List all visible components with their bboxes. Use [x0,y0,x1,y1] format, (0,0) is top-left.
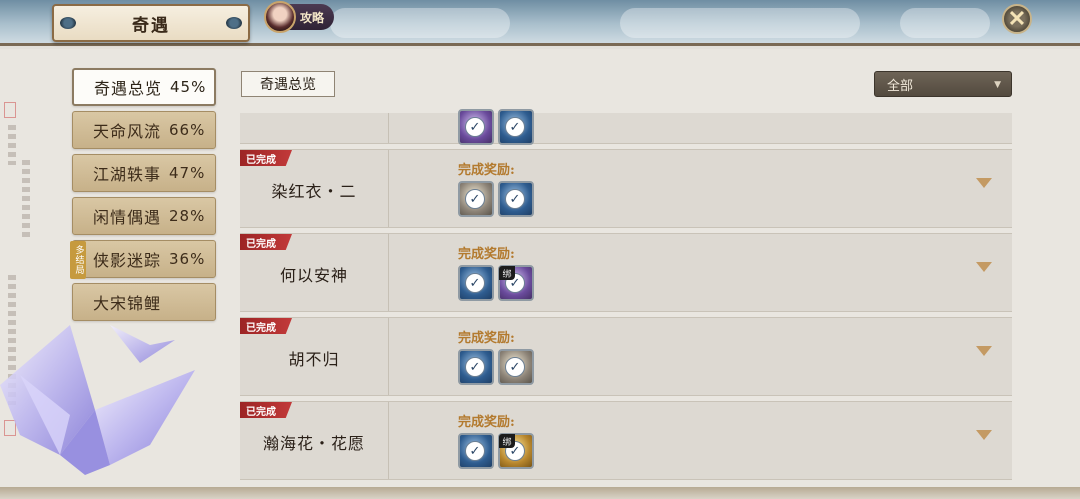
checkmark-icon: ✓ [465,441,485,461]
guide-avatar [264,1,296,33]
bottom-border [0,487,1080,499]
guide-button[interactable]: 攻略 [264,1,335,33]
reward-item[interactable]: ✓ [458,433,494,469]
close-button[interactable]: ✕ [1002,4,1032,34]
reward-label: 完成奖励: [458,415,515,430]
reward-item[interactable]: 绑 ✓ [498,265,534,301]
expand-arrow-icon[interactable] [976,262,992,272]
encounter-row[interactable]: 已完成 瀚海花・花愿 完成奖励: ✓ 绑 ✓ [240,401,1012,480]
checkmark-icon: ✓ [465,189,485,209]
reward-icons: ✓ 绑 ✓ [458,433,534,469]
expand-arrow-icon[interactable] [976,346,992,356]
checkmark-icon: ✓ [465,357,485,377]
encounter-row[interactable]: 已完成 胡不归 完成奖励: ✓ ✓ [240,317,1012,396]
sidebar-item-percent: 66% [169,121,206,139]
reward-item[interactable]: ✓ [498,181,534,217]
column-divider [388,318,389,395]
sidebar-item-anecdotes[interactable]: 江湖轶事 47% [72,154,216,192]
expand-arrow-icon[interactable] [976,178,992,188]
sidebar-item-label: 侠影迷踪 [93,251,162,270]
checkmark-icon: ✓ [505,117,525,137]
reward-item[interactable]: ✓ [498,109,534,145]
calligraphy-decoration [22,160,30,240]
filter-selected-value: 全部 [887,78,914,94]
paper-crane-icon [0,325,195,475]
column-divider [388,150,389,227]
sidebar-item-percent: 45% [170,78,207,96]
reward-icons: ✓ ✓ [458,181,534,217]
column-divider [388,402,389,479]
cloud-decoration [620,8,860,38]
column-divider [388,113,389,143]
encounter-row[interactable]: ✓ ✓ [240,109,1012,145]
column-divider [388,234,389,311]
sidebar-item-label: 大宋锦鲤 [93,294,162,313]
reward-item[interactable]: ✓ [458,181,494,217]
reward-item[interactable]: 绑 ✓ [498,433,534,469]
sidebar-item-percent: 28% [169,207,206,225]
reward-item[interactable]: ✓ [458,109,494,145]
reward-item[interactable]: ✓ [458,349,494,385]
filter-dropdown[interactable]: 全部 ▼ [874,71,1012,97]
multi-ending-badge: 多结局 [70,241,86,279]
sidebar-item-label: 奇遇总览 [94,79,163,98]
completed-badge: 已完成 [240,150,292,166]
bound-badge: 绑 [499,434,515,448]
encounter-name: 何以安神 [279,266,348,285]
reward-item[interactable]: ✓ [458,265,494,301]
sidebar-item-label: 天命风流 [93,122,162,141]
sidebar-item-leisure[interactable]: 闲情偶遇 28% [72,197,216,235]
sidebar-item-percent: 47% [169,164,206,182]
completed-badge: 已完成 [240,234,292,250]
page-title-plaque: 奇遇 [52,4,250,42]
reward-icons: ✓ ✓ [458,349,534,385]
bound-badge: 绑 [499,266,515,280]
sidebar-item-destiny[interactable]: 天命风流 66% [72,111,216,149]
page-title: 奇遇 [132,15,170,36]
seal-stamp-icon [4,102,16,118]
encounter-row[interactable]: 已完成 何以安神 完成奖励: ✓ 绑 ✓ [240,233,1012,312]
cloud-decoration [900,8,990,38]
plaque-ornament-icon [226,17,242,29]
reward-label: 完成奖励: [458,247,515,262]
reward-item[interactable]: ✓ [498,349,534,385]
reward-icons: ✓ ✓ [458,109,534,145]
encounter-name: 染红衣・二 [271,182,357,201]
completed-badge: 已完成 [240,402,292,418]
reward-label: 完成奖励: [458,163,515,178]
plaque-ornament-icon [60,17,76,29]
checkmark-icon: ✓ [465,117,485,137]
encounter-row[interactable]: 已完成 染红衣・二 完成奖励: ✓ ✓ [240,149,1012,228]
expand-arrow-icon[interactable] [976,430,992,440]
encounter-name: 瀚海花・花愿 [262,434,365,453]
checkmark-icon: ✓ [465,273,485,293]
sidebar-item-percent: 36% [169,250,206,268]
cloud-decoration [330,8,510,38]
close-icon: ✕ [1007,6,1027,32]
checkmark-icon: ✓ [505,357,525,377]
guide-label: 攻略 [300,10,325,25]
sidebar-item-label: 闲情偶遇 [93,208,162,227]
section-label: 奇遇总览 [241,71,335,97]
sidebar-item-mystery[interactable]: 多结局 侠影迷踪 36% [70,240,216,279]
reward-icons: ✓ 绑 ✓ [458,265,534,301]
checkmark-icon: ✓ [505,189,525,209]
encounter-name: 胡不归 [288,350,340,369]
chevron-down-icon: ▼ [994,80,1001,90]
completed-badge: 已完成 [240,318,292,334]
reward-label: 完成奖励: [458,331,515,346]
sidebar-item-overview[interactable]: 奇遇总览 45% [72,68,216,106]
sidebar-item-label: 江湖轶事 [93,165,162,184]
calligraphy-decoration [8,125,16,165]
